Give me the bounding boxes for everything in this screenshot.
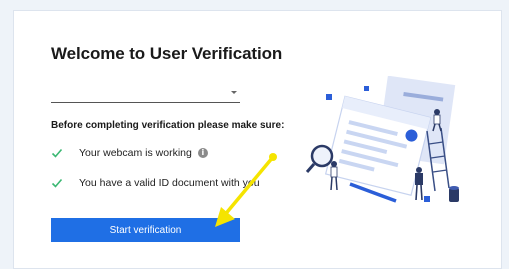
info-icon[interactable]: i <box>197 148 208 158</box>
page-title: Welcome to User Verification <box>51 44 283 63</box>
start-verification-button[interactable]: Start verification <box>51 218 240 242</box>
verification-card: Welcome to User Verification Before comp… <box>13 10 502 269</box>
requirement-item-webcam: Your webcam is working i <box>51 145 208 161</box>
requirement-item-id-document: You have a valid ID document with you <box>51 175 260 191</box>
requirements-heading: Before completing verification please ma… <box>51 120 285 131</box>
checkmark-icon <box>51 178 63 188</box>
verification-illustration <box>305 76 459 203</box>
requirement-label: Your webcam is working <box>79 147 192 159</box>
chevron-down-icon[interactable] <box>231 91 237 94</box>
document-select[interactable] <box>51 83 240 103</box>
checkmark-icon <box>51 148 63 158</box>
requirement-label: You have a valid ID document with you <box>79 177 260 189</box>
